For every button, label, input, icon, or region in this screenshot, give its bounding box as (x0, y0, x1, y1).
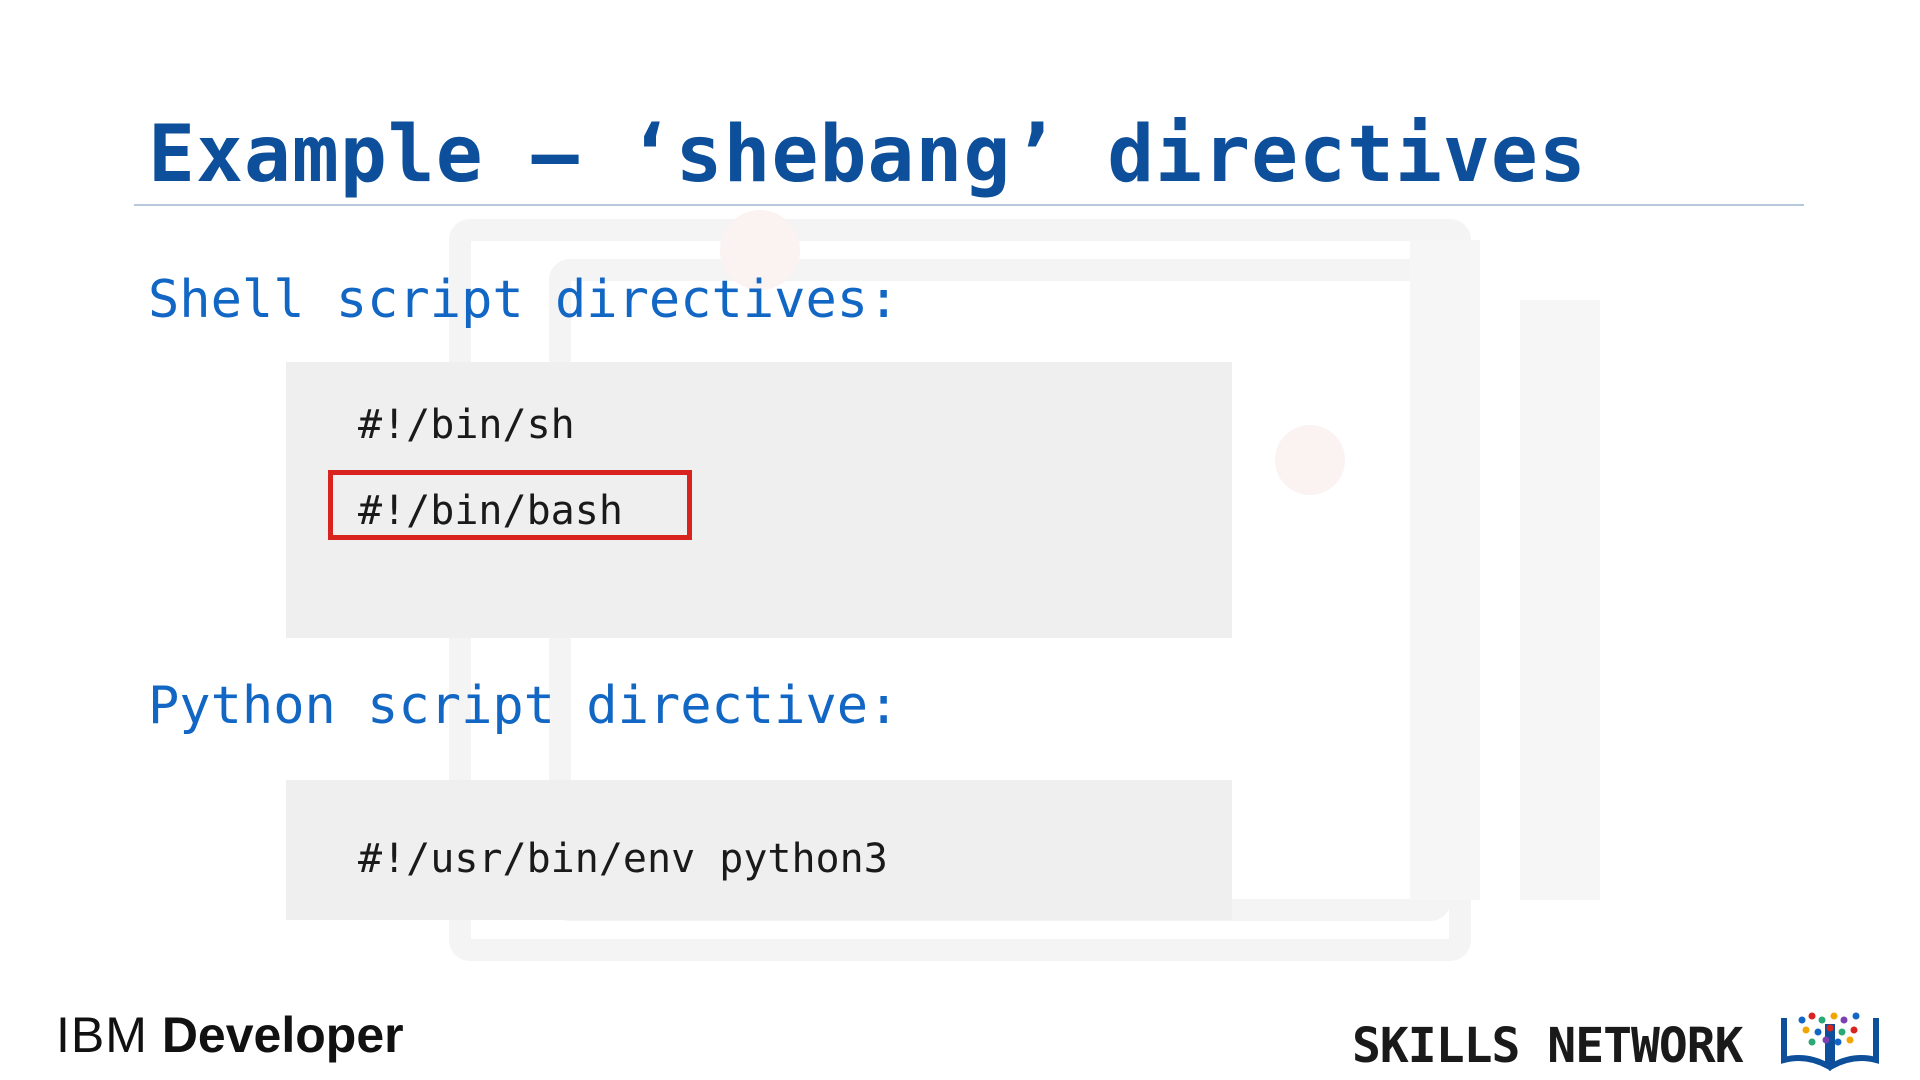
code-block-shell: #!/bin/sh #!/bin/bash (286, 362, 1232, 638)
code-line-bash: #!/bin/bash (358, 488, 623, 534)
code-line-python: #!/usr/bin/env python3 (358, 836, 888, 882)
section-heading-python: Python script directive: (148, 676, 900, 736)
ibm-developer-logo: IBM Developer (56, 1006, 404, 1064)
brand-prefix: IBM (56, 1007, 148, 1063)
book-dots-icon (1781, 1012, 1879, 1072)
code-block-python: #!/usr/bin/env python3 (286, 780, 1232, 920)
skills-network-label: SKILLS NETWORK (1352, 1018, 1744, 1074)
code-line-sh: #!/bin/sh (358, 402, 575, 448)
slide-title: Example – ‘shebang’ directives (148, 110, 1587, 200)
title-divider (134, 204, 1804, 206)
brand-suffix: Developer (161, 1007, 404, 1063)
section-heading-shell: Shell script directives: (148, 270, 900, 330)
